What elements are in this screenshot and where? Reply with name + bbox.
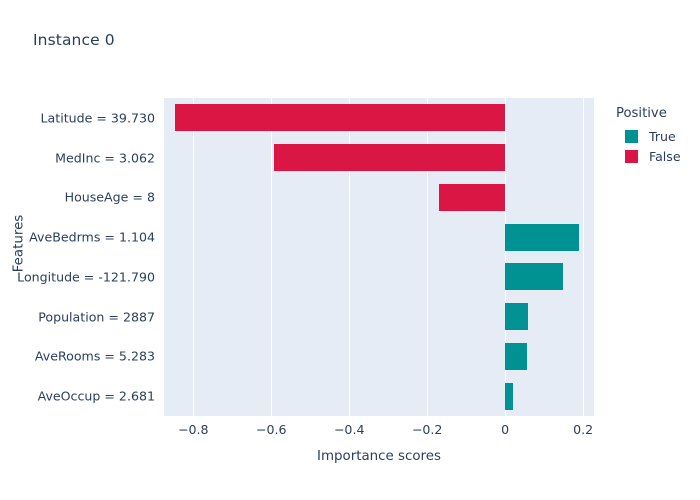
y-axis-tick-label: AveBedrms = 1.104 [29, 229, 155, 245]
legend-swatch-icon [625, 129, 638, 143]
x-axis-tick-label: −0.8 [177, 422, 209, 437]
legend-swatch-icon [625, 149, 638, 163]
bar[interactable] [439, 183, 506, 211]
legend-item-label: False [649, 148, 681, 164]
gridline [193, 98, 195, 416]
legend-item[interactable]: False [616, 148, 696, 164]
bar-chart-figure: Instance 0 Features Latitude = 39.730 Med… [0, 0, 700, 500]
legend: Positive True False [616, 106, 696, 168]
y-axis-tick-label: AveRooms = 5.283 [34, 348, 155, 364]
bar[interactable] [175, 104, 506, 132]
x-axis-tick-label: −0.4 [333, 422, 365, 437]
y-axis-tick-label: Population = 2887 [38, 309, 155, 325]
gridline [583, 98, 585, 416]
y-axis-tick-labels: Latitude = 39.730 MedInc = 3.062 HouseAge … [0, 98, 155, 416]
bar[interactable] [505, 303, 529, 331]
y-axis-tick-label: MedInc = 3.062 [55, 150, 155, 166]
bar[interactable] [505, 263, 564, 291]
legend-item-label: True [649, 128, 676, 144]
bar[interactable] [274, 144, 506, 172]
x-axis-tick-label: 0 [501, 422, 510, 437]
legend-items: True False [616, 128, 696, 164]
y-axis-tick-label: Latitude = 39.730 [40, 110, 155, 126]
plot-area [164, 98, 594, 416]
y-axis-tick-label: Longitude = -121.790 [17, 269, 155, 285]
legend-item[interactable]: True [616, 128, 696, 144]
gridline [271, 98, 273, 416]
chart-title: Instance 0 [33, 31, 115, 49]
y-axis-tick-label: HouseAge = 8 [64, 189, 155, 205]
x-axis-tick-label: 0.2 [573, 422, 594, 437]
x-axis-title: Importance scores [317, 449, 441, 464]
legend-title: Positive [616, 106, 667, 121]
y-axis-tick-label: AveOccup = 2.681 [37, 388, 155, 404]
x-axis-tick-label: −0.6 [255, 422, 287, 437]
bar[interactable] [505, 342, 527, 370]
bar[interactable] [505, 223, 580, 251]
x-axis-tick-label: −0.2 [411, 422, 443, 437]
bar[interactable] [505, 382, 514, 410]
